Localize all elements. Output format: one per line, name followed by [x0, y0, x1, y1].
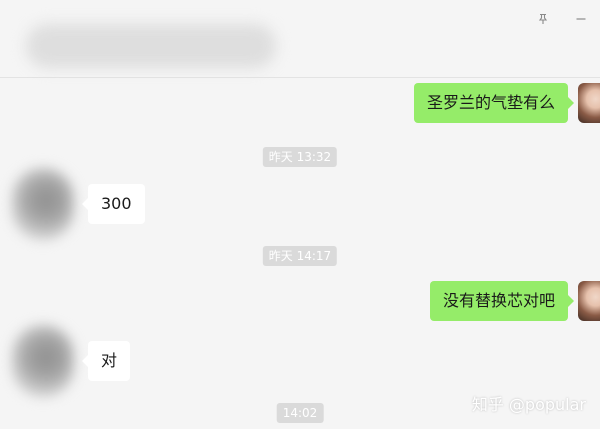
message-row-sent: 没有替换芯对吧 — [429, 281, 600, 321]
window-controls — [524, 8, 600, 30]
minimize-icon — [575, 13, 587, 25]
chat-header — [0, 0, 600, 78]
message-row-sent: 圣罗兰的气垫有么 — [413, 83, 600, 123]
chat-window: 圣罗兰的气垫有么 昨天 13:32 300 昨天 14:17 没有替换芯对吧 对… — [0, 0, 600, 429]
message-row-received: 300 — [12, 168, 145, 240]
sent-message-bubble[interactable]: 圣罗兰的气垫有么 — [413, 83, 575, 123]
message-timestamp: 14:02 — [276, 403, 324, 423]
watermark-text: 知乎 @popular — [471, 395, 586, 414]
message-row-received: 对 — [12, 325, 131, 397]
contact-avatar-blurred[interactable] — [12, 325, 74, 397]
minimize-button[interactable] — [562, 8, 600, 30]
sent-message-bubble[interactable]: 没有替换芯对吧 — [429, 281, 575, 321]
received-message-bubble[interactable]: 300 — [82, 184, 145, 224]
my-avatar[interactable] — [578, 83, 600, 123]
received-message-bubble[interactable]: 对 — [81, 341, 131, 381]
my-avatar[interactable] — [578, 281, 600, 321]
contact-name-blurred — [26, 24, 276, 68]
pin-button[interactable] — [524, 8, 562, 30]
message-timestamp: 昨天 13:32 — [262, 147, 338, 167]
message-timestamp: 昨天 14:17 — [262, 246, 338, 266]
contact-avatar-blurred[interactable] — [12, 168, 74, 240]
pin-icon — [537, 13, 549, 25]
